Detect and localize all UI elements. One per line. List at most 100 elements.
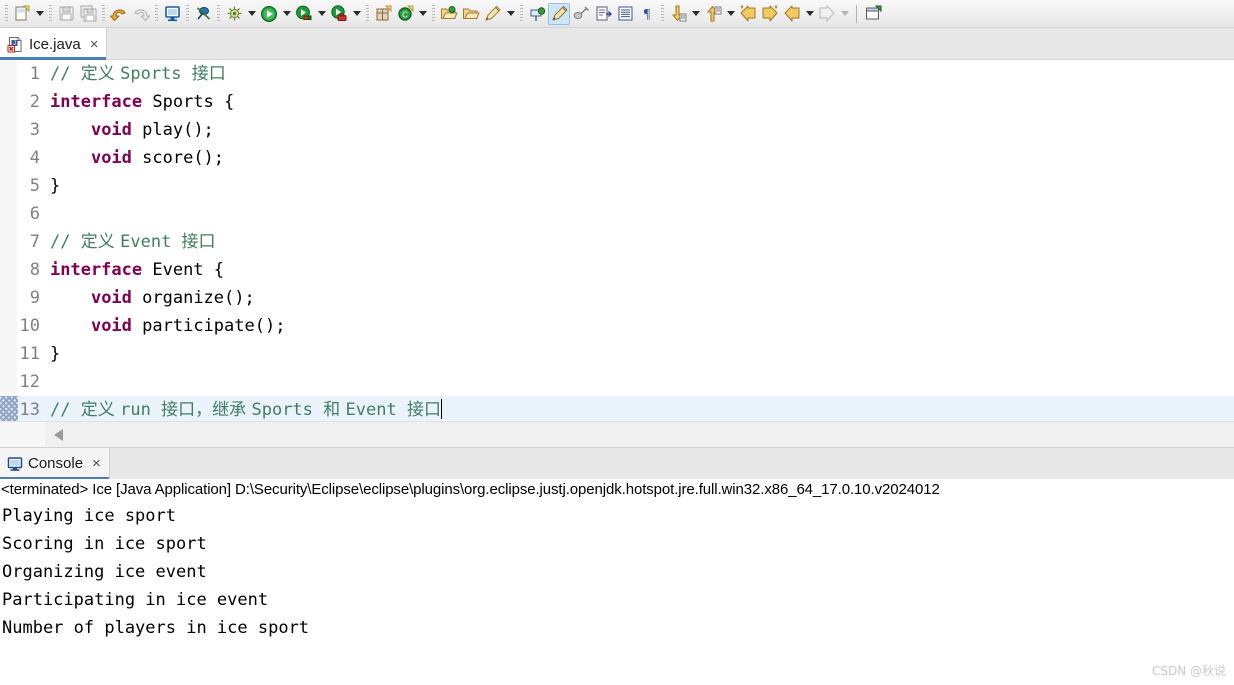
- toolbar-separator: [432, 4, 435, 23]
- toolbar-separator: [5, 4, 8, 23]
- line-number: 10: [19, 316, 40, 336]
- line-number: 9: [29, 288, 40, 308]
- code-line[interactable]: 7 // 定义 Event 接口: [0, 228, 1234, 256]
- console-output-line: Scoring in ice sport: [2, 534, 207, 554]
- toolbar-separator: [102, 4, 105, 23]
- link-with-editor-icon[interactable]: [570, 3, 592, 25]
- scrollbar-track[interactable]: [45, 422, 1234, 446]
- line-number: 6: [29, 204, 40, 224]
- external-tools-dropdown-arrow[interactable]: [350, 3, 363, 25]
- coverage-dropdown-arrow[interactable]: [315, 3, 328, 25]
- line-number: 4: [29, 148, 40, 168]
- back-dropdown-arrow[interactable]: [803, 3, 816, 25]
- forward-dropdown-arrow: [838, 3, 851, 25]
- new-class-icon[interactable]: C: [394, 3, 416, 25]
- toolbar-separator: [366, 4, 369, 23]
- line-number: 5: [29, 176, 40, 196]
- code-line[interactable]: 9 void organize();: [0, 284, 1234, 312]
- back-icon[interactable]: [781, 3, 803, 25]
- code-line-text: void play();: [90, 120, 214, 140]
- coverage-icon[interactable]: [293, 3, 315, 25]
- console-output-line: Participating in ice event: [2, 590, 269, 610]
- svg-text:C: C: [402, 11, 408, 20]
- previous-annotation-icon[interactable]: [702, 3, 724, 25]
- code-line[interactable]: 8 interface Event {: [0, 256, 1234, 284]
- show-whitespace-icon[interactable]: ¶: [636, 3, 658, 25]
- code-line[interactable]: 2 interface Sports {: [0, 88, 1234, 116]
- console-monitor-icon: [7, 456, 23, 472]
- editor-tab-ice-java[interactable]: J Ice.java ×: [0, 28, 108, 60]
- new-java-package-icon[interactable]: [372, 3, 394, 25]
- toolbar-separator: [661, 4, 664, 23]
- open-type-icon[interactable]: [438, 3, 460, 25]
- line-number: 3: [29, 120, 40, 140]
- new-file-dropdown-arrow[interactable]: [33, 3, 46, 25]
- pin-editor-icon[interactable]: [526, 3, 548, 25]
- skip-breakpoints-icon[interactable]: [192, 3, 214, 25]
- search-marker-icon[interactable]: [482, 3, 504, 25]
- scrollbar-corner: [0, 422, 45, 446]
- toolbar-separator: [520, 4, 523, 23]
- new-class-dropdown-arrow[interactable]: [416, 3, 429, 25]
- show-outline-icon[interactable]: [614, 3, 636, 25]
- last-edit-location-icon[interactable]: [737, 3, 759, 25]
- scroll-left-arrow-icon[interactable]: [54, 429, 63, 441]
- code-line-text: void score();: [90, 148, 225, 168]
- code-line[interactable]: 11}: [0, 340, 1234, 368]
- code-line[interactable]: 4 void score();: [0, 144, 1234, 172]
- code-line[interactable]: 13 // 定义 run 接口，继承 Sports 和 Event 接口: [0, 396, 1234, 421]
- show-source-icon[interactable]: [592, 3, 614, 25]
- console-output-line: Organizing ice event: [2, 562, 207, 582]
- save-all-icon: [77, 3, 99, 25]
- watermark-text: CSDN @秋说: [1151, 664, 1226, 678]
- code-line[interactable]: 3 void play();: [0, 116, 1234, 144]
- next-annotation-icon[interactable]: [667, 3, 689, 25]
- editor-tab-close-icon[interactable]: ×: [90, 37, 99, 52]
- debug-icon[interactable]: [223, 3, 245, 25]
- search-dropdown-arrow[interactable]: [504, 3, 517, 25]
- line-number: 2: [29, 92, 40, 112]
- next-annotation-dropdown-arrow[interactable]: [689, 3, 702, 25]
- open-task-icon[interactable]: [460, 3, 482, 25]
- run-dropdown-arrow[interactable]: [280, 3, 293, 25]
- editor-tab-label: Ice.java: [29, 35, 81, 53]
- console-output-area[interactable]: <terminated> Ice [Java Application] D:\S…: [0, 479, 1234, 685]
- code-line[interactable]: 5}: [0, 172, 1234, 200]
- java-file-error-icon: J: [7, 36, 24, 53]
- toolbar-separator: [49, 4, 52, 23]
- save-icon: [55, 3, 77, 25]
- display-view-icon[interactable]: [161, 3, 183, 25]
- code-line-text: interface Sports {: [50, 92, 235, 112]
- console-tab-close-icon[interactable]: ×: [92, 456, 101, 471]
- toolbar-separator: [186, 4, 189, 23]
- new-file-icon[interactable]: [11, 3, 33, 25]
- code-line[interactable]: 1 // 定义 Sports 接口: [0, 60, 1234, 88]
- code-line-text: void participate();: [90, 316, 286, 336]
- new-window-icon[interactable]: [862, 3, 884, 25]
- editor-horizontal-scrollbar[interactable]: [0, 421, 1234, 446]
- external-tools-icon[interactable]: [328, 3, 350, 25]
- eclipse-ide-window: C ¶ J Ice.java × 1 // 定义 Sports 接口 2 int…: [0, 0, 1234, 685]
- previous-annotation-dropdown-arrow[interactable]: [724, 3, 737, 25]
- next-edit-location-icon[interactable]: [759, 3, 781, 25]
- console-terminated-line: <terminated> Ice [Java Application] D:\S…: [1, 481, 940, 498]
- code-line-text: // 定义 Sports 接口: [50, 64, 226, 84]
- console-tab[interactable]: Console ×: [0, 448, 110, 479]
- undo-icon[interactable]: [108, 3, 130, 25]
- code-line[interactable]: 12: [0, 368, 1234, 396]
- code-line-text: }: [50, 344, 61, 364]
- code-line[interactable]: 10 void participate();: [0, 312, 1234, 340]
- main-toolbar: C ¶: [0, 0, 1234, 28]
- console-tab-bar: Console ×: [0, 448, 1234, 479]
- console-output-line: Playing ice sport: [2, 506, 176, 526]
- debug-dropdown-arrow[interactable]: [245, 3, 258, 25]
- code-line-text: interface Event {: [50, 260, 225, 280]
- console-output-lines: Playing ice sport Scoring in ice sport Org…: [0, 502, 1234, 642]
- console-tab-label: Console: [28, 455, 84, 472]
- code-editor[interactable]: 1 // 定义 Sports 接口 2 interface Sports { 3 voi…: [0, 60, 1234, 421]
- code-line[interactable]: 6: [0, 200, 1234, 228]
- run-icon[interactable]: [258, 3, 280, 25]
- toolbar-separator: [155, 4, 158, 23]
- toggle-mark-occurrences-icon[interactable]: [548, 2, 570, 25]
- line-number: 7: [29, 232, 40, 252]
